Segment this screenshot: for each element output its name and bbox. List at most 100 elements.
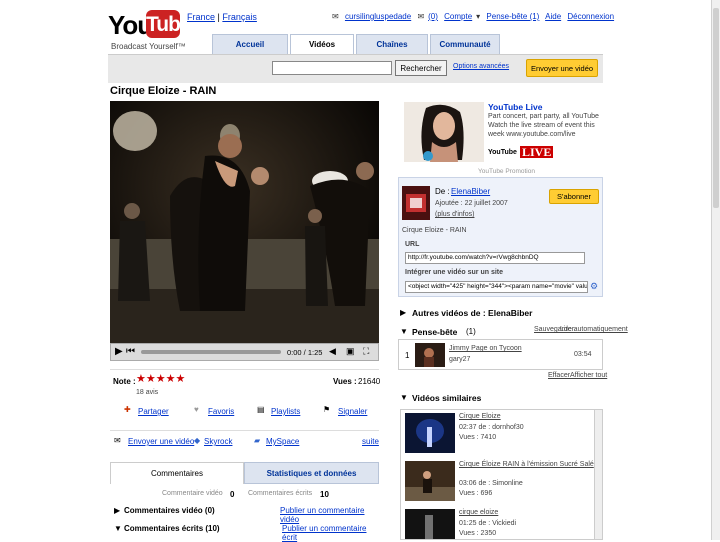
publish-video-comment-link[interactable]: Publier un commentaire vidéo xyxy=(280,506,379,524)
playlists-link[interactable]: Playlists xyxy=(271,407,300,416)
expand-icon[interactable]: ▶ xyxy=(114,506,120,515)
quicklist-item-user: gary27 xyxy=(449,356,471,363)
tab-videos[interactable]: Vidéos xyxy=(290,34,354,54)
upload-button[interactable]: Envoyer une vidéo xyxy=(526,59,598,77)
scrollbar-thumb[interactable] xyxy=(713,8,719,208)
volume-icon[interactable]: ◀ xyxy=(329,346,336,357)
myspace-link[interactable]: MySpace xyxy=(266,437,299,446)
related-item[interactable]: Cirque Éloize RAIN à l'émission Sucré Sa… xyxy=(401,458,596,504)
quicklist-item-title[interactable]: Jimmy Page on Tycoon xyxy=(449,345,522,352)
channel-avatar[interactable] xyxy=(402,186,430,220)
written-comments-label: Commentaires écrits xyxy=(248,490,313,497)
related-list: Cirque Eloize 02:37 de : dornhof30 Vues … xyxy=(400,409,603,540)
related-item[interactable]: Cirque Eloize 02:37 de : dornhof30 Vues … xyxy=(401,410,596,456)
advanced-search-link[interactable]: Options avancées xyxy=(453,63,509,70)
promo-text-2: Watch the live stream of event this xyxy=(488,122,595,129)
myspace-icon[interactable]: ▰ xyxy=(254,436,260,445)
star-icon[interactable]: ★ xyxy=(136,373,146,385)
thumbnail-image xyxy=(405,509,455,539)
more-share-link[interactable]: suite xyxy=(362,437,379,446)
time-display: 0:00 / 1:25 xyxy=(287,348,323,357)
related-thumbnail[interactable] xyxy=(405,461,455,501)
language-link[interactable]: Français xyxy=(222,12,257,22)
expand-icon[interactable]: ▶ xyxy=(400,308,406,317)
help-link[interactable]: Aide xyxy=(545,12,561,21)
autoplay-link[interactable]: Lire automatiquement xyxy=(560,326,628,333)
send-video-link[interactable]: Envoyer une vidéo xyxy=(128,437,194,446)
share-link[interactable]: Partager xyxy=(138,407,169,416)
username-link[interactable]: cursilingluspedade xyxy=(345,12,411,21)
promo-text-1: Part concert, part party, all YouTube xyxy=(488,113,599,120)
collapse-icon[interactable]: ▼ xyxy=(400,393,408,402)
url-label: URL xyxy=(405,241,420,248)
url-field[interactable]: http://fr.youtube.com/watch?v=rVwg8chbnD… xyxy=(405,252,585,264)
related-thumbnail[interactable] xyxy=(405,413,455,453)
chevron-down-icon[interactable]: ▾ xyxy=(476,12,480,21)
tab-home[interactable]: Accueil xyxy=(212,34,288,54)
tab-community[interactable]: Communauté xyxy=(430,34,500,54)
related-item-title[interactable]: Cirque Eloize xyxy=(459,413,501,420)
account-link[interactable]: Compte xyxy=(444,12,472,21)
more-info-link[interactable]: (plus d'infos) xyxy=(435,211,474,218)
related-item[interactable]: cirque eloize 01:25 de : Vickiedi Vues :… xyxy=(401,506,596,539)
inbox-link[interactable]: (0) xyxy=(428,12,438,21)
settings-icon[interactable]: ⚙ xyxy=(590,281,598,292)
video-player[interactable] xyxy=(110,101,379,343)
subscribe-button[interactable]: S'abonner xyxy=(549,189,599,204)
quicklist-item[interactable]: 1 Jimmy Page on Tycoon gary27 03:54 xyxy=(398,339,603,370)
tab-statistics[interactable]: Statistiques et données xyxy=(244,462,379,484)
quicklist-link[interactable]: Pense-bête (1) xyxy=(486,12,539,21)
skyrock-icon[interactable]: ◆ xyxy=(194,436,200,445)
skyrock-link[interactable]: Skyrock xyxy=(204,437,232,446)
star-icon[interactable]: ★ xyxy=(156,373,166,385)
star-icon[interactable]: ★ xyxy=(166,373,176,385)
quicklist-title[interactable]: Pense-bête xyxy=(412,327,457,337)
star-icon[interactable]: ★ xyxy=(176,373,186,385)
promo-brand: YouTube xyxy=(488,149,517,156)
related-scrollbar[interactable] xyxy=(594,410,602,539)
clear-quicklist-link[interactable]: Effacer xyxy=(548,372,570,379)
inbox-icon: ✉ xyxy=(417,12,425,21)
embed-field[interactable]: <object width="425" height="344"><param … xyxy=(405,281,588,293)
play-icon[interactable]: ▶ xyxy=(115,346,123,357)
rating-stars[interactable]: ★★★★★ xyxy=(136,374,185,385)
star-icon[interactable]: ★ xyxy=(146,373,156,385)
mode-icon[interactable]: ▣ xyxy=(346,346,355,357)
favorites-link[interactable]: Favoris xyxy=(208,407,234,416)
rewind-icon[interactable]: ⏮ xyxy=(126,346,135,357)
related-title[interactable]: Vidéos similaires xyxy=(412,393,481,403)
collapse-icon[interactable]: ▼ xyxy=(400,327,408,336)
flag-icon[interactable]: ⚑ xyxy=(323,405,330,414)
quicklist-thumbnail[interactable] xyxy=(415,343,445,367)
search-button[interactable]: Rechercher xyxy=(395,60,447,76)
mail-icon[interactable]: ✉ xyxy=(114,436,121,445)
related-item-title[interactable]: Cirque Éloize RAIN à l'émission Sucré Sa… xyxy=(459,461,594,468)
heart-icon[interactable]: ♥ xyxy=(194,405,199,414)
region-link[interactable]: France xyxy=(187,12,215,22)
collapse-icon[interactable]: ▼ xyxy=(114,524,122,533)
video-comments-row[interactable]: Commentaires vidéo (0) xyxy=(124,506,215,515)
promo-image xyxy=(404,102,484,162)
channel-user-link[interactable]: ElenaBiber xyxy=(451,187,490,196)
top-nav: ✉ cursilingluspedade ✉ (0) Compte ▾ Pense-… xyxy=(332,12,618,21)
more-videos-header[interactable]: Autres vidéos de : ElenaBiber xyxy=(412,308,532,318)
progress-bar[interactable] xyxy=(141,350,281,354)
share-icon[interactable]: ✚ xyxy=(124,405,131,414)
related-item-title[interactable]: cirque eloize xyxy=(459,509,498,516)
rating-area: Note : ★★★★★ 18 avis Vues : 21640 ✚ Part… xyxy=(110,369,380,458)
promo-box[interactable]: YouTube Live Part concert, part party, a… xyxy=(398,100,603,165)
promo-title[interactable]: YouTube Live xyxy=(488,102,542,112)
tab-comments[interactable]: Commentaires xyxy=(110,462,244,484)
page-scrollbar[interactable] xyxy=(711,0,720,540)
search-input[interactable] xyxy=(272,61,392,75)
written-comments-row[interactable]: Commentaires écrits (10) xyxy=(124,524,220,533)
flag-link[interactable]: Signaler xyxy=(338,407,367,416)
tab-channels[interactable]: Chaînes xyxy=(356,34,428,54)
fullscreen-icon[interactable]: ⛶ xyxy=(363,346,369,357)
logout-link[interactable]: Déconnexion xyxy=(567,12,614,21)
video-title: Cirque Eloize - RAIN xyxy=(110,85,217,97)
related-thumbnail[interactable] xyxy=(405,509,455,539)
publish-written-comment-link[interactable]: Publier un commentaire écrit xyxy=(282,524,379,542)
playlist-icon[interactable]: ▤ xyxy=(257,405,265,414)
see-all-link[interactable]: Afficher tout xyxy=(570,372,607,379)
